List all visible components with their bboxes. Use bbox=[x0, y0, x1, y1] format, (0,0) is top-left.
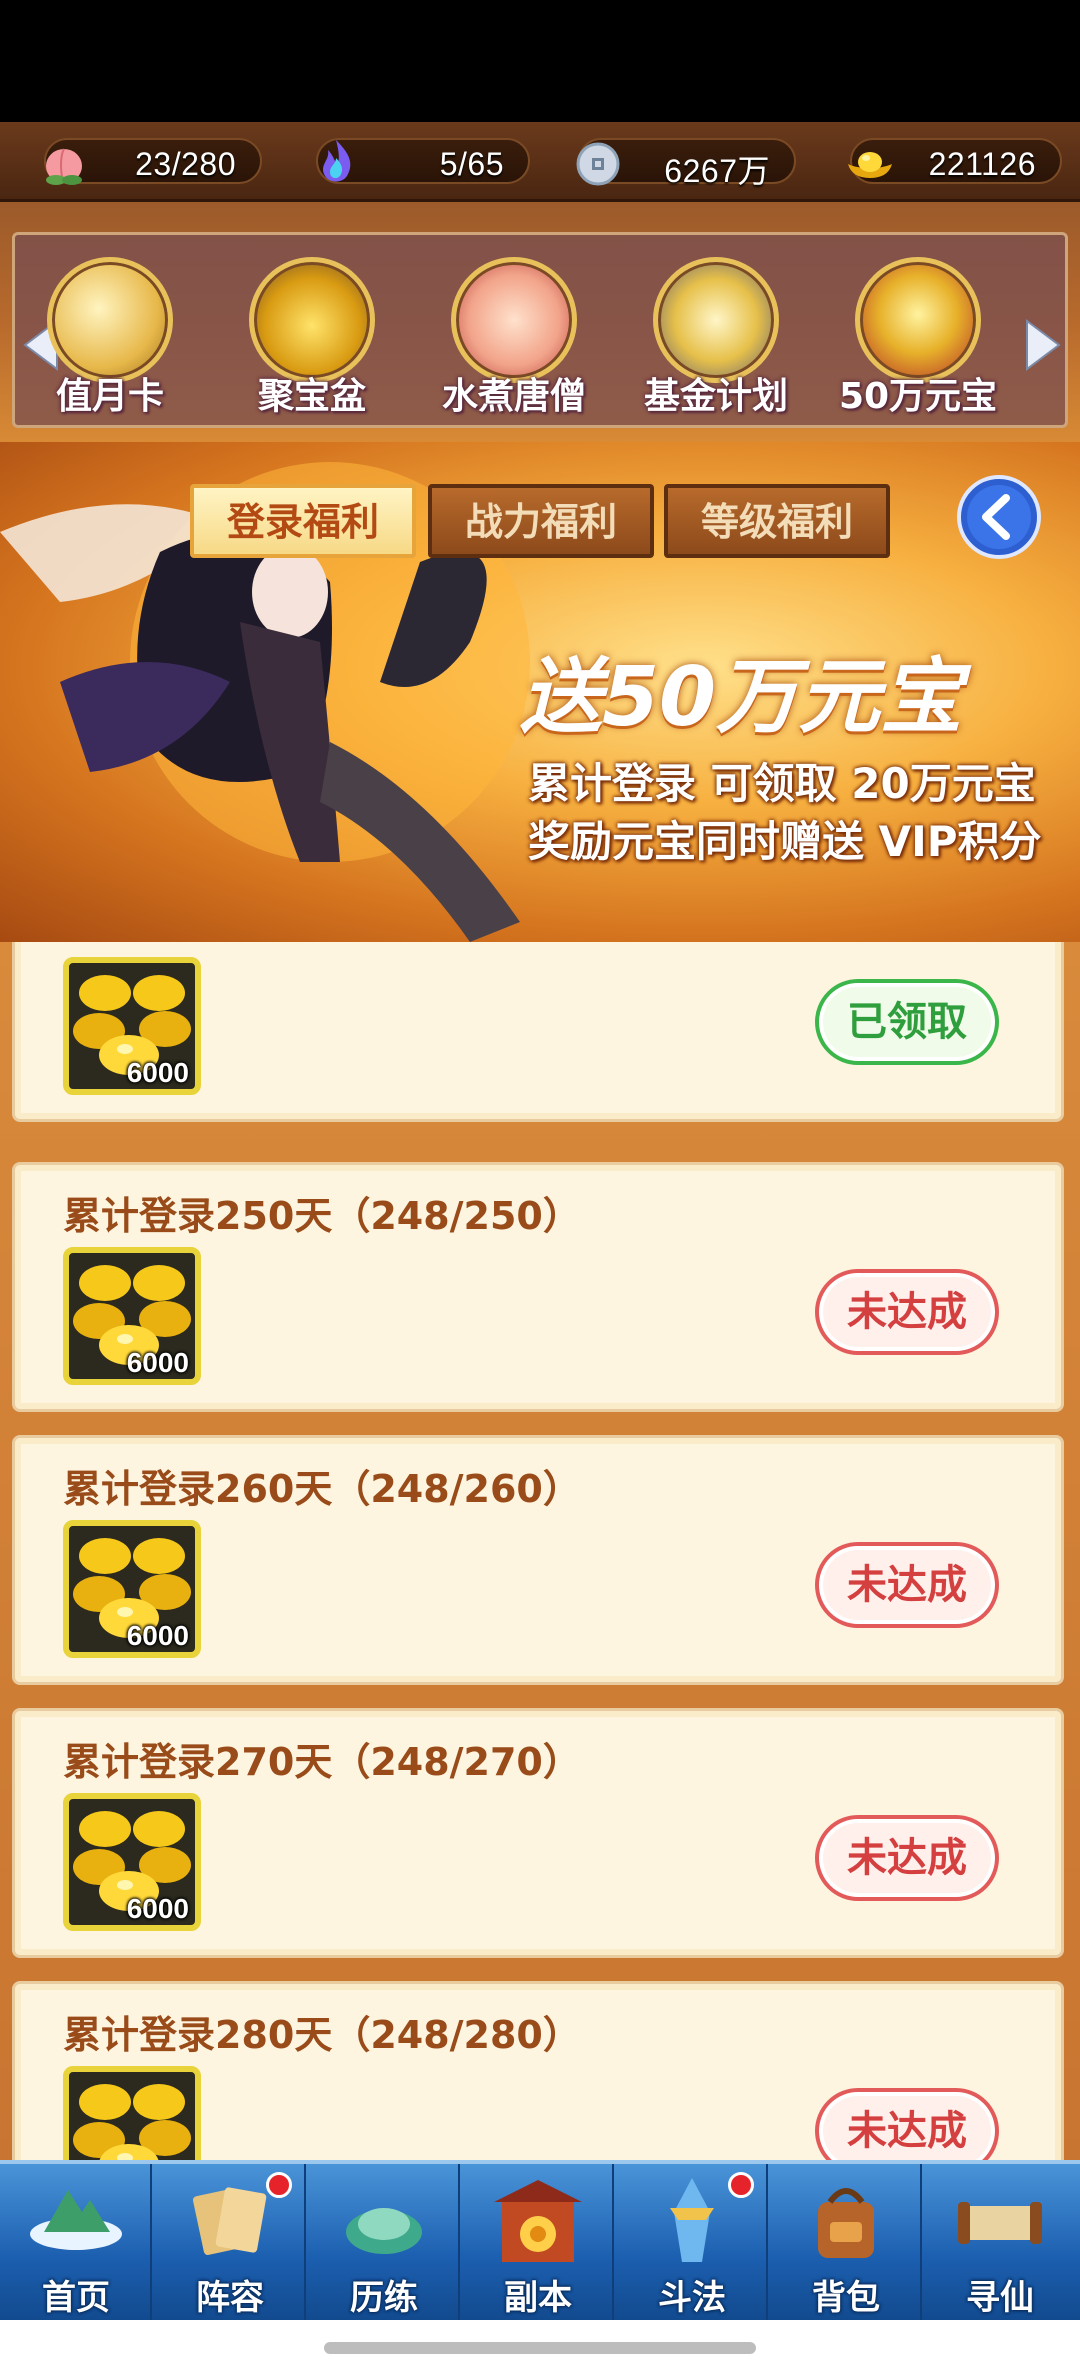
nav-label: 首页 bbox=[42, 2278, 110, 2318]
nav-seek-immortal[interactable]: 寻仙 bbox=[924, 2164, 1076, 2324]
spirit-value: 5/65 bbox=[439, 146, 504, 182]
reward-card: 累计登录280天（248/280） 6000 未达成 bbox=[12, 1981, 1064, 2160]
tab-level-rewards[interactable]: 等级福利 bbox=[664, 484, 890, 558]
item-quantity: 6000 bbox=[126, 1620, 189, 1651]
carousel-right-arrow-icon[interactable] bbox=[1019, 315, 1065, 375]
nav-label: 寻仙 bbox=[966, 2278, 1034, 2318]
promo-line-1: 累计登录 可领取 20万元宝 bbox=[528, 759, 1036, 808]
nav-training[interactable]: 历练 bbox=[308, 2164, 460, 2324]
resource-stamina[interactable]: 23/280 bbox=[44, 138, 262, 185]
reward-title: 累计登录280天（248/280） bbox=[63, 2013, 581, 2057]
nav-label: 背包 bbox=[812, 2278, 880, 2318]
ingots-value: 221126 bbox=[928, 146, 1036, 182]
item-quantity: 6000 bbox=[126, 1347, 189, 1378]
gold-ingots-item[interactable]: 6000 bbox=[63, 1520, 201, 1658]
notification-badge bbox=[728, 2172, 754, 2198]
gold-ingots-item[interactable]: 6000 bbox=[63, 957, 201, 1095]
gold-ingot-icon bbox=[848, 152, 892, 178]
nav-home[interactable]: 首页 bbox=[0, 2164, 152, 2324]
home-indicator[interactable] bbox=[324, 2342, 756, 2354]
resource-coins[interactable]: 6267万 bbox=[576, 138, 796, 189]
nav-label: 副本 bbox=[504, 2278, 572, 2318]
not-achieved-button[interactable]: 未达成 bbox=[815, 1542, 999, 1628]
shortcut-500k-ingots[interactable]: 50万元宝 bbox=[833, 257, 1003, 425]
shortcut-fund-plan[interactable]: 基金计划 bbox=[631, 257, 801, 425]
resource-spirit[interactable]: 5/65 bbox=[316, 138, 530, 184]
resource-ingots[interactable]: 221126 bbox=[848, 138, 1062, 184]
nav-label: 阵容 bbox=[196, 2278, 264, 2318]
shortcut-monk[interactable]: 水煮唐僧 bbox=[429, 257, 599, 425]
nav-duel[interactable]: 斗法 bbox=[616, 2164, 768, 2324]
shortcut-monthly-card[interactable]: 值月卡 bbox=[25, 257, 195, 425]
dungeon-gate-icon bbox=[494, 2180, 582, 2262]
gold-ingots-item[interactable]: 6000 bbox=[63, 1247, 201, 1385]
back-button[interactable] bbox=[956, 474, 1042, 560]
peach-icon bbox=[46, 148, 82, 185]
coin-icon bbox=[576, 142, 620, 186]
scroll-icon bbox=[958, 2202, 1042, 2244]
nav-backpack[interactable]: 背包 bbox=[770, 2164, 922, 2324]
gold-ingots-item[interactable]: 6000 bbox=[63, 1793, 201, 1931]
reward-title: 累计登录250天（248/250） bbox=[63, 1194, 581, 1238]
tab-power-rewards[interactable]: 战力福利 bbox=[428, 484, 654, 558]
spirit-flame-icon bbox=[323, 140, 351, 182]
reward-card: 累计登录270天（248/270） 6000 未达成 bbox=[12, 1708, 1064, 1958]
shortcut-carousel: 值月卡 聚宝盆 水煮唐僧 基金计划 50万元宝 bbox=[12, 232, 1068, 428]
shortcut-label: 基金计划 bbox=[643, 376, 788, 417]
shortcut-label: 水煮唐僧 bbox=[441, 376, 586, 417]
promo-line-2: 奖励元宝同时赠送 VIP积分 bbox=[528, 817, 1042, 866]
notification-badge bbox=[266, 2172, 292, 2198]
item-quantity: 6000 bbox=[126, 1057, 189, 1088]
item-quantity: 6000 bbox=[126, 1893, 189, 1924]
promo-headline: 送50万元宝 bbox=[520, 650, 963, 745]
treasure-chest-icon bbox=[855, 257, 981, 383]
reward-title: 累计登录270天（248/270） bbox=[63, 1740, 581, 1784]
bottom-navigation: 首页 阵容 历练 副本 斗法 背包 寻仙 bbox=[0, 2160, 1080, 2324]
gold-ingots-item[interactable]: 6000 bbox=[63, 2066, 201, 2160]
fund-chart-icon bbox=[653, 257, 779, 383]
gold-ingot-pile-icon bbox=[73, 2084, 191, 2160]
reward-list[interactable]: 6000 已领取 累计登录250天（248/250） 6000 未达成 累计登录… bbox=[0, 942, 1080, 2160]
nav-label: 历练 bbox=[350, 2278, 418, 2318]
shortcut-label: 聚宝盆 bbox=[257, 376, 366, 417]
nav-lineup[interactable]: 阵容 bbox=[154, 2164, 306, 2324]
nav-label: 斗法 bbox=[658, 2278, 726, 2318]
not-achieved-button[interactable]: 未达成 bbox=[815, 1269, 999, 1355]
nav-dungeon[interactable]: 副本 bbox=[462, 2164, 614, 2324]
claimed-button[interactable]: 已领取 bbox=[815, 979, 999, 1065]
tab-login-rewards[interactable]: 登录福利 bbox=[190, 484, 416, 558]
not-achieved-button[interactable]: 未达成 bbox=[815, 2088, 999, 2160]
stamina-value: 23/280 bbox=[135, 146, 236, 182]
shortcut-treasure-bowl[interactable]: 聚宝盆 bbox=[227, 257, 397, 425]
monk-icon bbox=[451, 257, 577, 383]
resource-bar: 23/280 5/65 6267万 221126 bbox=[0, 122, 1080, 202]
backpack-icon bbox=[818, 2188, 874, 2258]
reward-card: 累计登录260天（248/260） 6000 未达成 bbox=[12, 1435, 1064, 1685]
reward-card: 累计登录250天（248/250） 6000 未达成 bbox=[12, 1162, 1064, 1412]
not-achieved-button[interactable]: 未达成 bbox=[815, 1815, 999, 1901]
home-island-icon bbox=[30, 2190, 122, 2250]
reward-title: 累计登录260天（248/260） bbox=[63, 1467, 581, 1511]
monthly-card-icon bbox=[47, 257, 173, 383]
status-bar-area bbox=[0, 0, 1080, 122]
treasure-bowl-icon bbox=[249, 257, 375, 383]
training-turtle-icon bbox=[346, 2208, 422, 2254]
shortcut-label: 值月卡 bbox=[55, 376, 164, 417]
coins-value: 6267万 bbox=[664, 153, 770, 189]
shortcut-label: 50万元宝 bbox=[838, 376, 998, 417]
reward-card: 6000 已领取 bbox=[12, 942, 1064, 1122]
